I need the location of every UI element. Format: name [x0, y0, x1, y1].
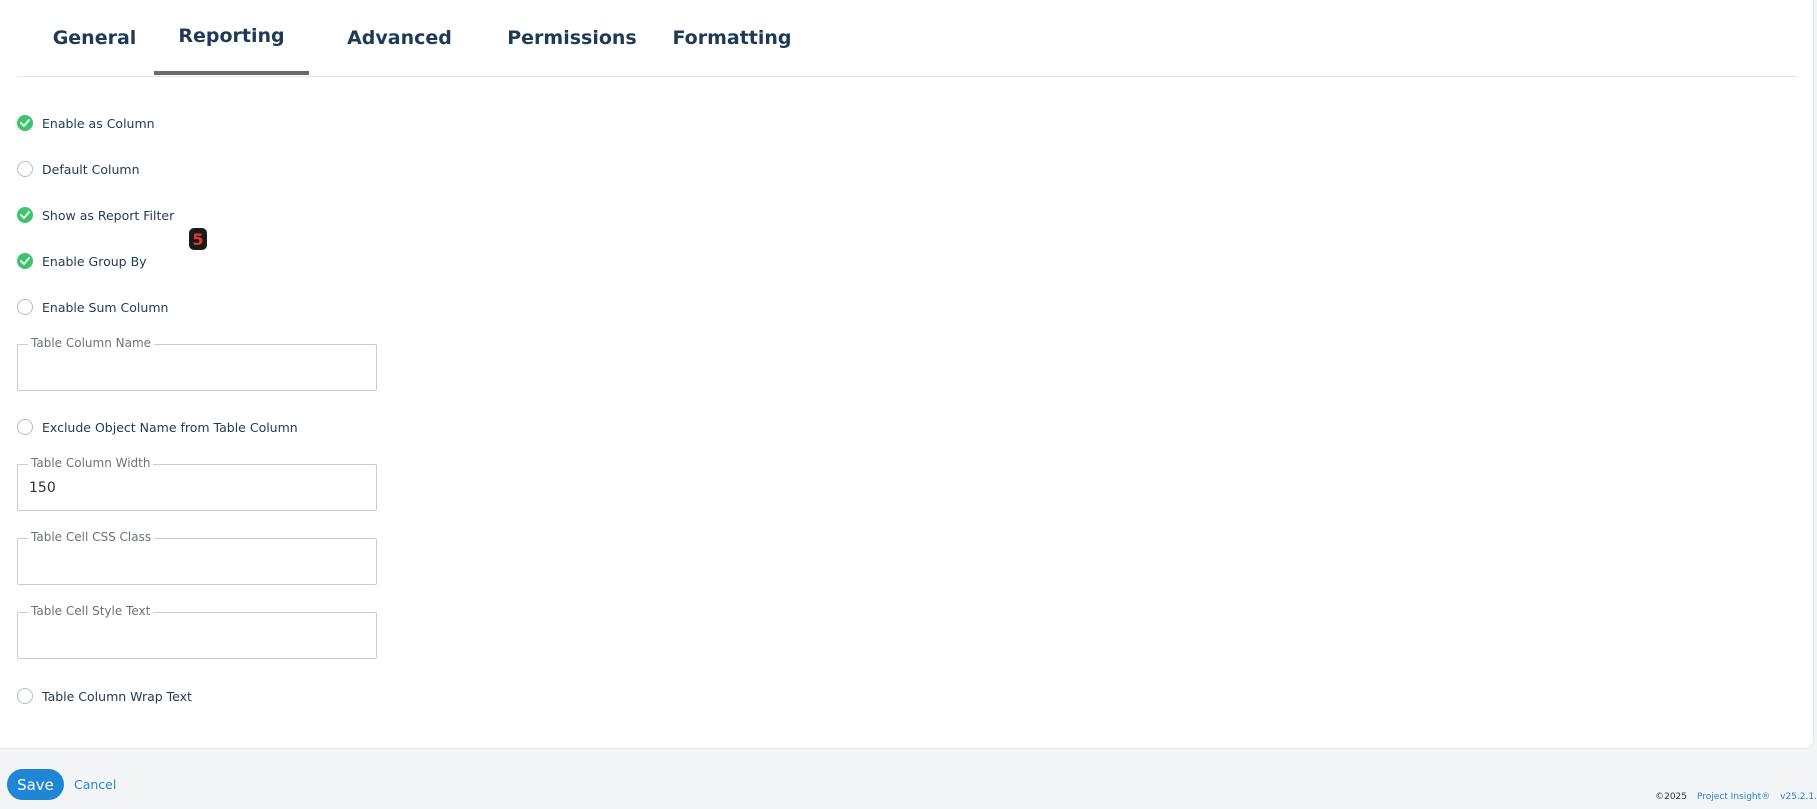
checkmark-icon [17, 115, 33, 131]
tab-reporting[interactable]: Reporting [154, 0, 309, 75]
footer-copyright: ©2025 [1655, 792, 1688, 802]
enable-as-column-toggle[interactable]: Enable as Column [17, 113, 155, 133]
tab-permissions[interactable]: Permissions [487, 0, 657, 75]
table-cell-style-text-field: Table Cell Style Text [17, 604, 377, 659]
checkmark-icon [17, 207, 33, 223]
table-cell-style-text-label: Table Cell Style Text [28, 604, 154, 618]
tab-formatting[interactable]: Formatting [657, 0, 807, 75]
enable-sum-column-label: Enable Sum Column [42, 299, 169, 315]
exclude-object-name-toggle[interactable]: Exclude Object Name from Table Column [17, 417, 298, 437]
enable-group-by-toggle[interactable]: Enable Group By [17, 251, 147, 271]
table-column-width-input[interactable] [29, 477, 359, 499]
save-button[interactable]: Save [7, 769, 64, 800]
table-column-name-input[interactable] [29, 357, 359, 379]
show-as-report-filter-label: Show as Report Filter [42, 207, 175, 223]
unchecked-circle-icon [17, 299, 33, 315]
default-column-label: Default Column [42, 161, 140, 177]
enable-group-by-label: Enable Group By [42, 253, 147, 269]
unchecked-circle-icon [17, 688, 33, 704]
show-as-report-filter-toggle[interactable]: Show as Report Filter [17, 205, 174, 225]
enable-sum-column-toggle[interactable]: Enable Sum Column [17, 297, 168, 317]
table-column-name-field: Table Column Name [17, 336, 377, 391]
tab-general[interactable]: General [37, 0, 152, 75]
table-column-wrap-text-toggle[interactable]: Table Column Wrap Text [17, 686, 192, 706]
table-column-wrap-text-label: Table Column Wrap Text [42, 688, 192, 704]
table-cell-style-text-input[interactable] [29, 625, 359, 647]
table-cell-css-class-label: Table Cell CSS Class [28, 530, 155, 544]
unchecked-circle-icon [17, 419, 33, 435]
table-column-name-label: Table Column Name [28, 336, 155, 350]
table-cell-css-class-input[interactable] [29, 551, 359, 573]
table-column-width-field: Table Column Width [17, 456, 377, 511]
enable-as-column-label: Enable as Column [42, 115, 155, 131]
checkmark-icon [17, 253, 33, 269]
tab-advanced[interactable]: Advanced [322, 0, 477, 75]
tab-bar: General Reporting Advanced Permissions F… [17, 0, 1797, 77]
default-column-toggle[interactable]: Default Column [17, 159, 140, 179]
table-cell-css-class-field: Table Cell CSS Class [17, 530, 377, 585]
unchecked-circle-icon [17, 161, 33, 177]
step-marker-badge: 5 [189, 228, 207, 250]
cancel-link[interactable]: Cancel [74, 777, 116, 792]
footer-version: v25.2.1. [1780, 792, 1817, 802]
reporting-panel: General Reporting Advanced Permissions F… [0, 0, 1814, 749]
table-column-width-label: Table Column Width [28, 456, 154, 470]
footer: ©2025 Project Insight® v25.2.1. [1655, 792, 1817, 802]
footer-brand-link[interactable]: Project Insight® [1697, 792, 1770, 802]
exclude-object-name-label: Exclude Object Name from Table Column [42, 419, 298, 435]
